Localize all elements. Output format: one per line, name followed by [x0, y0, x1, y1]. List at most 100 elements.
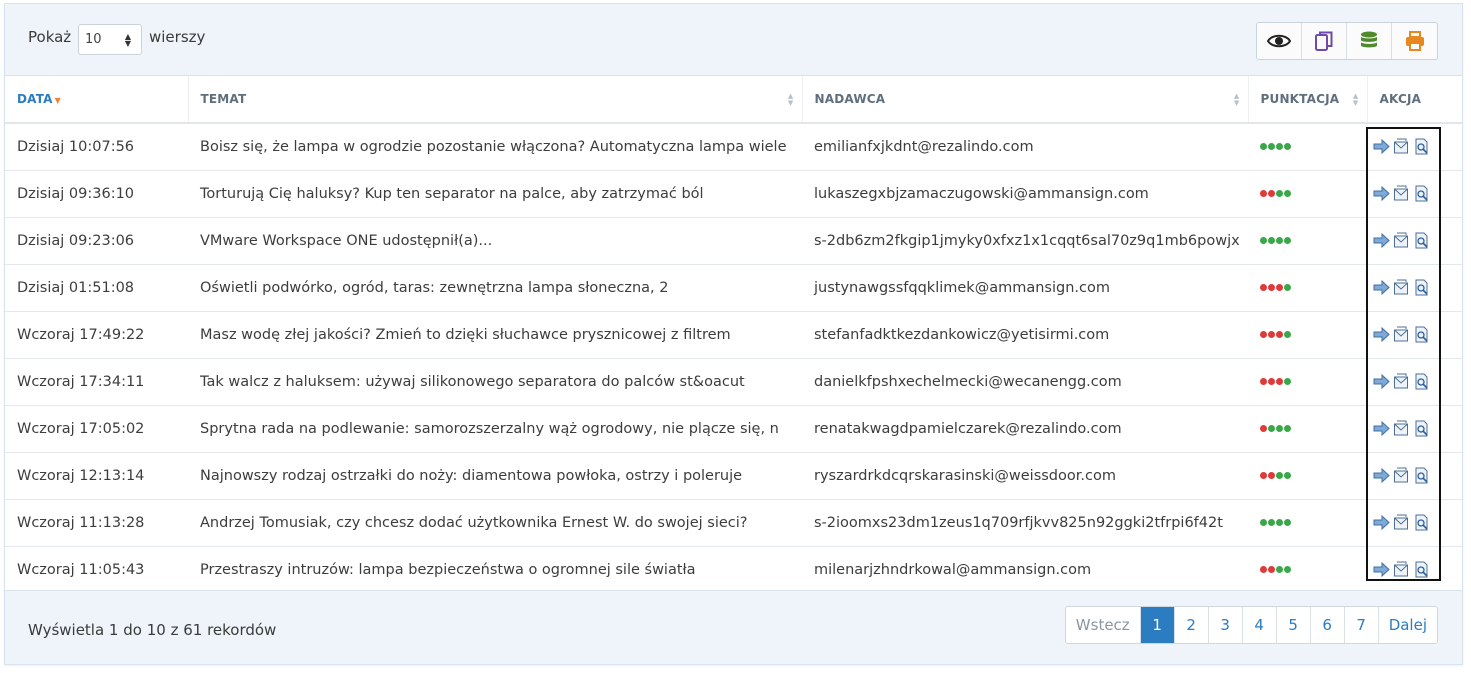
row-date: Wczoraj 11:05:43: [5, 546, 188, 594]
row-subject[interactable]: Masz wodę złej jakości? Zmień to dzięki …: [188, 311, 802, 359]
table-row[interactable]: Dzisiaj 09:23:06 VMware Workspace ONE udo…: [5, 217, 1462, 265]
column-header-sender[interactable]: NADAWCA ▲ ▼: [801, 76, 1248, 124]
mail-icon[interactable]: [1393, 138, 1410, 155]
table-footer: Wyświetla 1 do 10 z 61 rekordów Wstecz 1 2…: [5, 590, 1462, 664]
mail-icon[interactable]: [1393, 467, 1410, 484]
show-label: Pokaż: [28, 28, 72, 46]
row-sender: lukaszegxbjzamaczugowski@ammansign.com: [802, 170, 1248, 218]
row-subject[interactable]: Andrzej Tomusiak, czy chcesz dodać użytk…: [188, 499, 802, 547]
column-header-label: AKCJA: [1379, 92, 1422, 106]
table-row[interactable]: Wczoraj 11:05:43 Przestraszy intruzów: la…: [5, 546, 1462, 594]
inspect-document-icon[interactable]: [1413, 467, 1430, 484]
inspect-document-icon[interactable]: [1413, 514, 1430, 531]
action-icons: [1373, 420, 1462, 437]
inspect-document-icon[interactable]: [1413, 232, 1430, 249]
page-length-select[interactable]: 10 ▲ ▼: [78, 24, 142, 55]
pagination-page-6[interactable]: 6: [1310, 607, 1345, 643]
forward-arrow-icon[interactable]: [1373, 467, 1390, 484]
score-dot-red: [1260, 472, 1267, 479]
table-row[interactable]: Wczoraj 12:13:14 Najnowszy rodzaj ostrzał…: [5, 452, 1462, 500]
score-dot-green: [1260, 519, 1267, 526]
mail-icon[interactable]: [1393, 279, 1410, 296]
score-indicator: [1260, 190, 1367, 197]
row-date: Wczoraj 17:34:11: [5, 358, 188, 406]
mail-icon[interactable]: [1393, 420, 1410, 437]
row-subject[interactable]: Najnowszy rodzaj ostrzałki do noży: diam…: [188, 452, 802, 500]
export-database-button[interactable]: [1347, 23, 1392, 59]
forward-arrow-icon[interactable]: [1373, 279, 1390, 296]
row-actions: [1367, 546, 1462, 594]
column-header-score[interactable]: PUNKTACJA ▲ ▼: [1247, 76, 1367, 124]
action-icons: [1373, 185, 1462, 202]
column-visibility-button[interactable]: [1257, 23, 1302, 59]
score-dot-green: [1276, 519, 1283, 526]
pagination-previous[interactable]: Wstecz: [1065, 607, 1141, 643]
pagination-page-5[interactable]: 5: [1276, 607, 1311, 643]
inspect-document-icon[interactable]: [1413, 373, 1430, 390]
inspect-document-icon[interactable]: [1413, 138, 1430, 155]
select-caret-icon: ▲ ▼: [124, 32, 131, 48]
row-subject[interactable]: Oświetli podwórko, ogród, taras: zewnętr…: [188, 264, 802, 312]
row-subject[interactable]: VMware Workspace ONE udostępnił(a)...: [188, 217, 802, 265]
pagination-page-2[interactable]: 2: [1174, 607, 1209, 643]
forward-arrow-icon[interactable]: [1373, 373, 1390, 390]
mail-icon[interactable]: [1393, 326, 1410, 343]
score-dot-green: [1284, 378, 1291, 385]
inspect-document-icon[interactable]: [1413, 326, 1430, 343]
database-icon: [1361, 31, 1377, 48]
mail-icon[interactable]: [1393, 373, 1410, 390]
mail-icon[interactable]: [1393, 232, 1410, 249]
mail-icon[interactable]: [1393, 185, 1410, 202]
row-subject[interactable]: Tak walcz z haluksem: używaj silikonoweg…: [188, 358, 802, 406]
table-row[interactable]: Dzisiaj 10:07:56 Boisz się, że lampa w og…: [5, 123, 1462, 171]
row-actions: [1367, 452, 1462, 500]
mail-icon[interactable]: [1393, 561, 1410, 578]
row-actions: [1367, 311, 1462, 359]
column-header-date[interactable]: DATA ▼: [5, 76, 188, 124]
column-header-subject[interactable]: TEMAT ▲ ▼: [187, 76, 802, 124]
row-actions: [1367, 499, 1462, 547]
score-dot-green: [1284, 284, 1291, 291]
pagination-page-3[interactable]: 3: [1208, 607, 1243, 643]
forward-arrow-icon[interactable]: [1373, 420, 1390, 437]
row-score: [1248, 264, 1367, 312]
table-row[interactable]: Wczoraj 17:49:22 Masz wodę złej jakości? …: [5, 311, 1462, 359]
row-subject[interactable]: Sprytna rada na podlewanie: samorozszerz…: [188, 405, 802, 453]
forward-arrow-icon[interactable]: [1373, 185, 1390, 202]
action-icons: [1373, 561, 1462, 578]
row-score: [1248, 405, 1367, 453]
row-score: [1248, 217, 1367, 265]
print-button[interactable]: [1392, 23, 1437, 59]
pagination-page-7[interactable]: 7: [1344, 607, 1379, 643]
copy-button[interactable]: [1302, 23, 1347, 59]
inspect-document-icon[interactable]: [1413, 279, 1430, 296]
column-header-action: AKCJA: [1366, 76, 1462, 124]
row-subject[interactable]: Przestraszy intruzów: lampa bezpieczeńst…: [188, 546, 802, 594]
table-row[interactable]: Wczoraj 17:34:11 Tak walcz z haluksem: uż…: [5, 358, 1462, 406]
table-row[interactable]: Dzisiaj 09:36:10 Torturują Cię haluksy? K…: [5, 170, 1462, 218]
forward-arrow-icon[interactable]: [1373, 561, 1390, 578]
pagination-page-4[interactable]: 4: [1242, 607, 1277, 643]
forward-arrow-icon[interactable]: [1373, 138, 1390, 155]
row-actions: [1367, 405, 1462, 453]
mail-icon[interactable]: [1393, 514, 1410, 531]
pagination-next[interactable]: Dalej: [1378, 607, 1437, 643]
row-subject[interactable]: Torturują Cię haluksy? Kup ten separator…: [188, 170, 802, 218]
row-date: Wczoraj 12:13:14: [5, 452, 188, 500]
action-icons: [1373, 326, 1462, 343]
inspect-document-icon[interactable]: [1413, 420, 1430, 437]
row-subject[interactable]: Boisz się, że lampa w ogrodzie pozostani…: [188, 123, 802, 171]
table-row[interactable]: Wczoraj 11:13:28 Andrzej Tomusiak, czy ch…: [5, 499, 1462, 547]
inspect-document-icon[interactable]: [1413, 185, 1430, 202]
table-row[interactable]: Wczoraj 17:05:02 Sprytna rada na podlewan…: [5, 405, 1462, 453]
forward-arrow-icon[interactable]: [1373, 514, 1390, 531]
forward-arrow-icon[interactable]: [1373, 232, 1390, 249]
column-header-label: DATA: [17, 92, 53, 106]
pagination-page-1[interactable]: 1: [1140, 607, 1175, 643]
table-row[interactable]: Dzisiaj 01:51:08 Oświetli podwórko, ogród…: [5, 264, 1462, 312]
score-dot-green: [1276, 190, 1283, 197]
action-icons: [1373, 279, 1462, 296]
inspect-document-icon[interactable]: [1413, 561, 1430, 578]
forward-arrow-icon[interactable]: [1373, 326, 1390, 343]
row-sender: milenarjzhndrkowal@ammansign.com: [802, 546, 1248, 594]
